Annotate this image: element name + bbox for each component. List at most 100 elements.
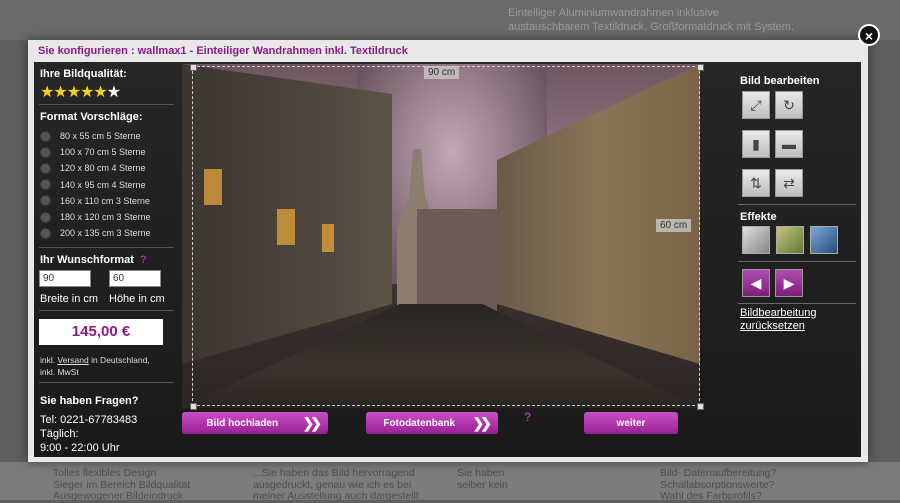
photo-building bbox=[417, 209, 497, 319]
reset-line-1: Bildbearbeitung bbox=[740, 307, 817, 319]
background-col-3: Sie haben selber kein bbox=[457, 467, 508, 491]
right-panel: Bild bearbeiten ⤢ ↻ ▮ ▬ ⇅ ⇄ Effekte ◀ ▶ … bbox=[702, 62, 861, 457]
color-effect-icon[interactable] bbox=[810, 226, 838, 254]
phone-number: Tel: 0221-67783483 bbox=[40, 414, 138, 426]
star-icon: ★ bbox=[80, 84, 94, 101]
reset-edit-link[interactable]: Bildbearbeitung zurücksetzen bbox=[740, 307, 816, 333]
configurator-body: Ihre Bildqualität: ★★★★★★ Format Vorschl… bbox=[34, 62, 861, 457]
background-col-4: Bild- Datenaufbereitung? Schallabsorptio… bbox=[660, 467, 777, 502]
photo-window bbox=[204, 169, 222, 205]
star-icon: ★ bbox=[53, 84, 67, 101]
divider bbox=[738, 303, 856, 304]
background-col-1: Tolles flexibles Design Sieger im Bereic… bbox=[53, 467, 191, 502]
format-option-label: 80 x 55 cm 5 Sterne bbox=[60, 131, 141, 142]
photo-window bbox=[277, 209, 295, 245]
wish-format-label: Ihr Wunschformat bbox=[40, 254, 134, 266]
resize-icon[interactable]: ⤢ bbox=[742, 91, 770, 119]
format-option[interactable]: 100 x 70 cm 5 Sterne bbox=[40, 144, 151, 160]
radio-icon[interactable] bbox=[40, 179, 51, 191]
divider bbox=[39, 247, 174, 248]
effects-title: Effekte bbox=[740, 211, 777, 223]
stock-photos-button[interactable]: Fotodatenbank ❯❯ bbox=[366, 412, 498, 434]
format-option-label: 140 x 95 cm 4 Sterne bbox=[60, 179, 146, 190]
reset-line-2: zurücksetzen bbox=[740, 320, 805, 332]
photo-preview[interactable] bbox=[182, 64, 700, 408]
radio-icon[interactable] bbox=[40, 195, 51, 207]
star-icon: ★ bbox=[66, 84, 81, 101]
format-title: Format Vorschläge: bbox=[40, 111, 143, 123]
format-option-label: 200 x 135 cm 3 Sterne bbox=[60, 228, 151, 239]
format-option[interactable]: 120 x 80 cm 4 Sterne bbox=[40, 160, 151, 176]
stock-photos-label: Fotodatenbank bbox=[383, 417, 456, 429]
radio-icon[interactable] bbox=[40, 227, 51, 239]
height-label: Höhe in cm bbox=[109, 293, 165, 305]
format-option[interactable]: 80 x 55 cm 5 Sterne bbox=[40, 128, 151, 144]
wish-format-title: Ihr Wunschformat ? bbox=[40, 254, 147, 266]
background-description-line2: austauschbarem Textildruck. Großformatdr… bbox=[508, 21, 794, 33]
edit-title: Bild bearbeiten bbox=[740, 75, 820, 87]
flip-vertical-icon[interactable]: ⇅ bbox=[742, 169, 770, 197]
price-display: 145,00 € bbox=[39, 319, 163, 345]
rotate-icon[interactable]: ↻ bbox=[775, 91, 803, 119]
upload-image-button[interactable]: Bild hochladen ❯❯ bbox=[182, 412, 328, 434]
radio-icon[interactable] bbox=[40, 211, 51, 223]
grayscale-effect-icon[interactable] bbox=[742, 226, 770, 254]
height-dimension-label: 60 cm bbox=[656, 219, 692, 232]
radio-icon[interactable] bbox=[40, 162, 51, 174]
format-option-label: 120 x 80 cm 4 Sterne bbox=[60, 163, 146, 174]
upload-image-label: Bild hochladen bbox=[206, 417, 279, 429]
double-chevron-right-icon: ❯❯ bbox=[302, 414, 323, 431]
crop-handle[interactable] bbox=[190, 403, 197, 410]
star-icon: ★ bbox=[40, 84, 54, 101]
landscape-orientation-icon[interactable]: ▬ bbox=[775, 130, 803, 158]
undo-arrow-icon[interactable]: ◀ bbox=[742, 269, 770, 297]
next-button[interactable]: weiter bbox=[584, 412, 678, 434]
format-option[interactable]: 180 x 120 cm 3 Sterne bbox=[40, 209, 151, 225]
format-option-label: 160 x 110 cm 3 Sterne bbox=[60, 195, 150, 206]
format-option-label: 180 x 120 cm 3 Sterne bbox=[60, 212, 151, 223]
format-option-label: 100 x 70 cm 5 Sterne bbox=[60, 147, 146, 158]
width-dimension-label: 90 cm bbox=[424, 66, 460, 79]
modal-title: Sie konfigurieren : wallmax1 - Einteilig… bbox=[38, 45, 408, 57]
format-option[interactable]: 140 x 95 cm 4 Sterne bbox=[40, 177, 151, 193]
questions-title: Sie haben Fragen? bbox=[40, 395, 139, 407]
format-option[interactable]: 160 x 110 cm 3 Sterne bbox=[40, 193, 151, 209]
star-icon: ★ bbox=[93, 84, 107, 101]
height-input[interactable]: 60 bbox=[109, 270, 161, 287]
background-description-line1: Einteiliger Aluminiumwandrahmen inklusiv… bbox=[508, 7, 719, 19]
divider bbox=[738, 261, 856, 262]
divider bbox=[738, 204, 856, 205]
left-panel: Ihre Bildqualität: ★★★★★★ Format Vorschl… bbox=[34, 62, 181, 457]
background-col-2: ...Sie haben das Bild hervorragend ausge… bbox=[253, 467, 419, 502]
star-empty-icon: ★ bbox=[106, 84, 121, 101]
opening-hours: 9:00 - 22:00 Uhr bbox=[40, 442, 120, 454]
crop-handle[interactable] bbox=[190, 64, 197, 71]
close-icon[interactable]: × bbox=[858, 24, 880, 46]
format-option[interactable]: 200 x 135 cm 3 Sterne bbox=[40, 225, 151, 241]
shipping-info: inkl. Versand in Deutschland, inkl. MwSt bbox=[40, 354, 180, 378]
width-input[interactable]: 90 bbox=[39, 270, 91, 287]
quality-stars: ★★★★★★ bbox=[40, 82, 121, 102]
shipping-link[interactable]: Versand bbox=[58, 355, 89, 365]
divider bbox=[39, 104, 174, 105]
shipping-prefix: inkl. bbox=[40, 355, 56, 365]
help-icon[interactable]: ? bbox=[140, 254, 147, 266]
background-description: Einteiliger Aluminiumwandrahmen inklusiv… bbox=[508, 6, 808, 34]
sepia-effect-icon[interactable] bbox=[776, 226, 804, 254]
flip-horizontal-icon[interactable]: ⇄ bbox=[775, 169, 803, 197]
radio-icon[interactable] bbox=[40, 146, 51, 158]
next-label: weiter bbox=[616, 417, 646, 429]
radio-icon[interactable] bbox=[40, 130, 51, 142]
redo-arrow-icon[interactable]: ▶ bbox=[775, 269, 803, 297]
quality-title: Ihre Bildqualität: bbox=[40, 68, 127, 80]
shipping-suffix: in Deutschland, bbox=[91, 355, 150, 365]
double-chevron-right-icon: ❯❯ bbox=[472, 414, 493, 431]
vat-text: inkl. MwSt bbox=[40, 367, 79, 377]
portrait-orientation-icon[interactable]: ▮ bbox=[742, 130, 770, 158]
photo-window bbox=[322, 224, 334, 252]
contact-info: Tel: 0221-67783483 Täglich: 9:00 - 22:00… bbox=[40, 413, 137, 455]
configurator-modal: Sie konfigurieren : wallmax1 - Einteilig… bbox=[28, 40, 868, 462]
divider bbox=[39, 382, 174, 383]
daily-label: Täglich: bbox=[40, 428, 79, 440]
help-icon[interactable]: ? bbox=[524, 410, 531, 424]
